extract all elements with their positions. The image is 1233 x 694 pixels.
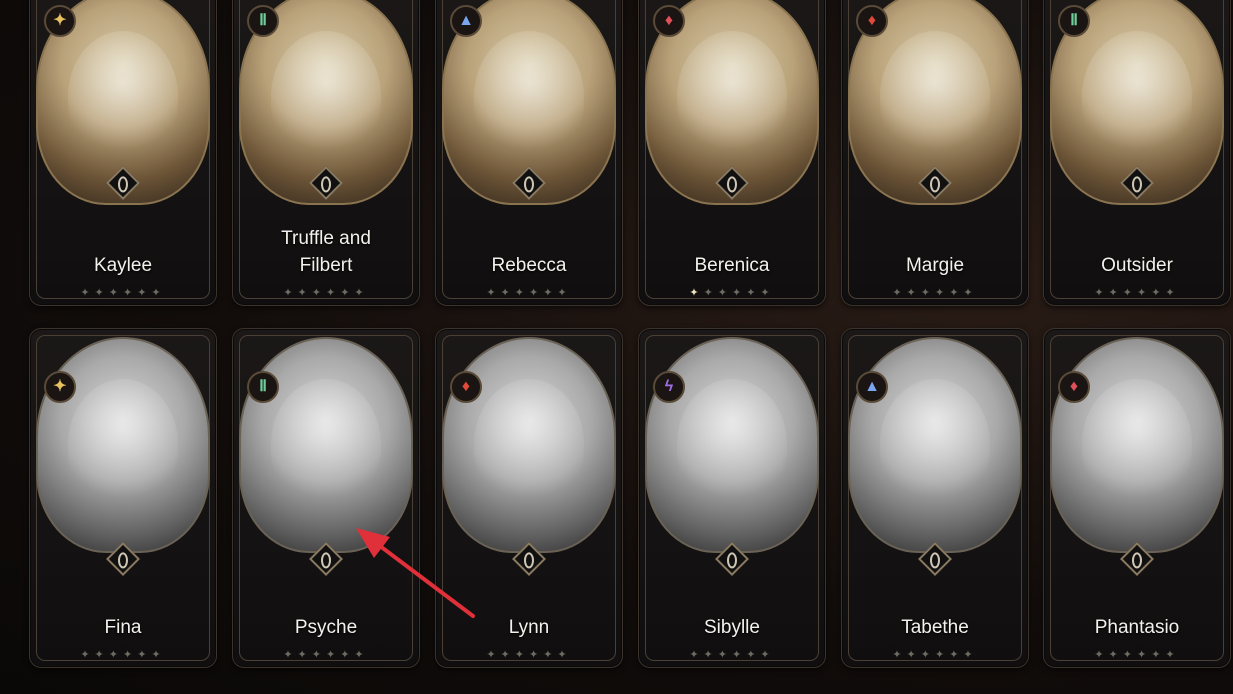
star-rating: ✦✦✦✦✦✦ [689,649,775,661]
character-card-sibylle[interactable]: ϟ Sibylle ✦✦✦✦✦✦ [638,328,826,668]
character-name: Rebecca [491,255,567,276]
fire-icon: ♦ [450,371,482,403]
wind-icon: Ⅱ [247,371,279,403]
fire-icon: ♦ [653,5,685,37]
character-card-psyche[interactable]: Ⅱ Psyche ✦✦✦✦✦✦ [232,328,420,668]
character-portrait [848,337,1022,553]
character-portrait [645,337,819,553]
character-name: Truffle and Filbert [281,228,371,276]
character-card-fina[interactable]: ✦ Fina ✦✦✦✦✦✦ [29,328,217,668]
character-name: Berenica [694,255,770,276]
ice-icon: ▲ [856,371,888,403]
character-card-outsider[interactable]: Ⅱ Outsider ✦✦✦✦✦✦ [1043,0,1231,306]
light-icon: ✦ [44,371,76,403]
character-name: Psyche [294,617,358,638]
star-rating: ✦✦✦✦✦✦ [283,649,369,661]
character-card-lynn[interactable]: ♦ Lynn ✦✦✦✦✦✦ [435,328,623,668]
character-portrait [1050,337,1224,553]
wind-icon: Ⅱ [247,5,279,37]
character-name: Fina [104,617,142,638]
lightning-icon: ϟ [653,371,685,403]
wind-icon: Ⅱ [1058,5,1090,37]
character-name: Sibylle [704,617,760,638]
character-card-phantasio[interactable]: ♦ Phantasio ✦✦✦✦✦✦ [1043,328,1231,668]
character-card-kaylee[interactable]: ✦ Kaylee ✦✦✦✦✦✦ [29,0,217,306]
character-name: Phantasio [1094,617,1180,638]
star-rating: ✦✦✦✦✦✦ [689,287,775,299]
character-card-tabethe[interactable]: ▲ Tabethe ✦✦✦✦✦✦ [841,328,1029,668]
star-rating: ✦✦✦✦✦✦ [892,287,978,299]
character-name: Lynn [508,617,550,638]
star-rating: ✦✦✦✦✦✦ [1094,287,1180,299]
star-rating: ✦✦✦✦✦✦ [80,287,166,299]
fire-icon: ♦ [856,5,888,37]
star-rating: ✦✦✦✦✦✦ [892,649,978,661]
character-portrait [239,337,413,553]
star-rating: ✦✦✦✦✦✦ [80,649,166,661]
character-card-margie[interactable]: ♦ Margie ✦✦✦✦✦✦ [841,0,1029,306]
character-card-truffle-and-filbert[interactable]: Ⅱ Truffle and Filbert ✦✦✦✦✦✦ [232,0,420,306]
fire-icon: ♦ [1058,371,1090,403]
character-card-rebecca[interactable]: ▲ Rebecca ✦✦✦✦✦✦ [435,0,623,306]
star-rating: ✦✦✦✦✦✦ [486,649,572,661]
character-name: Kaylee [93,255,153,276]
character-name: Tabethe [901,617,969,638]
star-rating: ✦✦✦✦✦✦ [486,287,572,299]
star-rating: ✦✦✦✦✦✦ [283,287,369,299]
light-icon: ✦ [44,5,76,37]
character-card-berenica[interactable]: ♦ Berenica ✦✦✦✦✦✦ [638,0,826,306]
ice-icon: ▲ [450,5,482,37]
character-portrait [442,337,616,553]
character-portrait [36,337,210,553]
star-rating: ✦✦✦✦✦✦ [1094,649,1180,661]
character-name: Margie [905,255,965,276]
character-name: Outsider [1101,255,1173,276]
